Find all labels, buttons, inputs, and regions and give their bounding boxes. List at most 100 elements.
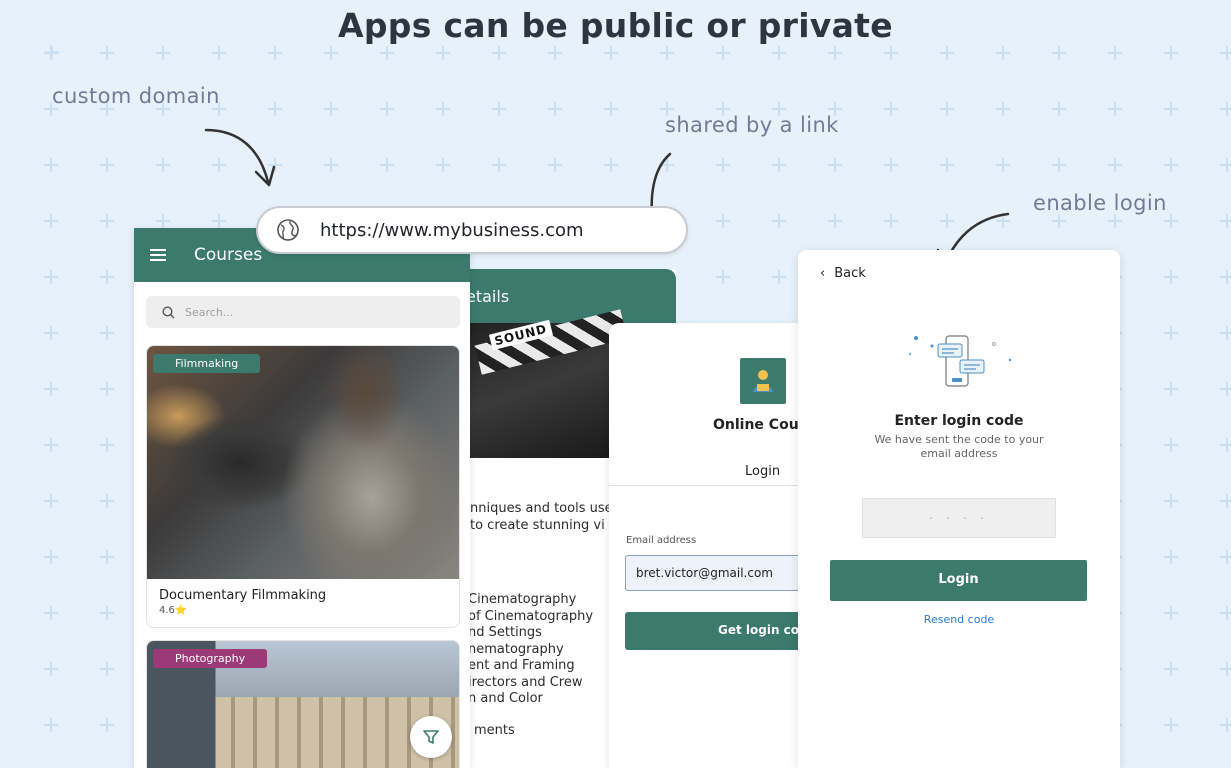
list-item: irectors and Crew [468, 674, 583, 690]
plus-decoration [716, 270, 730, 284]
back-label: Back [834, 266, 866, 281]
page-headline: Apps can be public or private [338, 6, 893, 45]
plus-decoration [1220, 606, 1231, 620]
plus-decoration [436, 102, 450, 116]
plus-decoration [1052, 158, 1066, 172]
plus-decoration [1164, 606, 1178, 620]
plus-decoration [1220, 438, 1231, 452]
plus-decoration [1220, 718, 1231, 732]
paragraph-line: to create stunning vi [470, 517, 605, 533]
plus-decoration [884, 214, 898, 228]
plus-decoration [1108, 158, 1122, 172]
course-title: Documentary Filmmaking [159, 588, 327, 603]
plus-decoration [1052, 102, 1066, 116]
plus-decoration [380, 102, 394, 116]
courses-title: Courses [194, 245, 263, 265]
enter-code-heading: Enter login code [894, 413, 1024, 429]
plus-decoration [380, 46, 394, 60]
plus-decoration [1164, 550, 1178, 564]
plus-decoration [716, 46, 730, 60]
search-icon [162, 305, 175, 318]
chevron-left-icon: ‹ [820, 266, 826, 281]
plus-decoration [1164, 382, 1178, 396]
resend-code-link[interactable]: Resend code [798, 613, 1120, 626]
plus-decoration [828, 46, 842, 60]
plus-decoration [44, 550, 58, 564]
plus-decoration [940, 158, 954, 172]
plus-decoration [100, 662, 114, 676]
search-input[interactable]: Search... [146, 296, 460, 328]
plus-decoration [1052, 46, 1066, 60]
plus-decoration [1220, 214, 1231, 228]
back-button[interactable]: ‹ Back [820, 266, 866, 281]
plus-decoration [1052, 214, 1066, 228]
annotation-enable-login: enable login [1033, 191, 1167, 215]
plus-decoration [1164, 326, 1178, 340]
category-tag: Photography [153, 649, 268, 668]
plus-decoration [44, 214, 58, 228]
login-button[interactable]: Login [830, 560, 1087, 601]
filter-button[interactable] [410, 716, 452, 758]
course-image: Photography [147, 641, 459, 768]
tab-login[interactable]: Login [745, 464, 780, 479]
plus-decoration [44, 382, 58, 396]
app-logo-icon [740, 358, 786, 404]
plus-decoration [884, 46, 898, 60]
plus-decoration [100, 270, 114, 284]
plus-decoration [436, 158, 450, 172]
plus-decoration [100, 606, 114, 620]
details-header: etails [440, 269, 676, 323]
list-item: Cinematography [468, 592, 577, 607]
plus-decoration [44, 46, 58, 60]
plus-decoration [268, 46, 282, 60]
plus-decoration [604, 158, 618, 172]
plus-decoration [772, 270, 786, 284]
plus-decoration [44, 326, 58, 340]
details-footer: ments [474, 723, 515, 738]
details-title: etails [466, 286, 510, 306]
plus-decoration [660, 46, 674, 60]
plus-decoration [1164, 214, 1178, 228]
code-input[interactable]: · · · · [862, 498, 1056, 538]
plus-decoration [100, 494, 114, 508]
plus-decoration [940, 46, 954, 60]
plus-decoration [1164, 102, 1178, 116]
plus-decoration [212, 46, 226, 60]
plus-decoration [1220, 662, 1231, 676]
url-text: https://www.mybusiness.com [320, 219, 584, 241]
annotation-custom-domain: custom domain [52, 84, 220, 108]
devices-illustration-icon [909, 335, 1012, 387]
menu-icon[interactable] [150, 249, 166, 261]
globe-icon [277, 219, 299, 241]
details-paragraph: nniques and tools use to create stunning… [470, 501, 613, 534]
plus-decoration [100, 158, 114, 172]
plus-decoration [156, 214, 170, 228]
details-list: Cinematography of Cinematography nd Sett… [468, 592, 593, 708]
course-card[interactable]: Filmmaking Documentary Filmmaking 4.6⭐ [146, 345, 460, 628]
plus-decoration [1164, 158, 1178, 172]
app-name: Online Cour [713, 417, 806, 433]
plus-decoration [1164, 662, 1178, 676]
plus-decoration [100, 214, 114, 228]
plus-decoration [44, 494, 58, 508]
plus-decoration [772, 158, 786, 172]
search-placeholder: Search... [185, 305, 234, 319]
plus-decoration [828, 158, 842, 172]
plus-decoration [1220, 494, 1231, 508]
plus-decoration [44, 158, 58, 172]
plus-decoration [380, 158, 394, 172]
plus-decoration [884, 102, 898, 116]
paragraph-line: nniques and tools use [470, 501, 613, 516]
url-bar[interactable]: https://www.mybusiness.com [256, 206, 688, 254]
plus-decoration [716, 214, 730, 228]
enter-code-screen: ‹ Back Enter login code We have sent the… [798, 250, 1120, 768]
plus-decoration [772, 46, 786, 60]
plus-decoration [1164, 46, 1178, 60]
email-label: Email address [626, 535, 697, 546]
plus-decoration [492, 102, 506, 116]
plus-decoration [1164, 438, 1178, 452]
plus-decoration [1220, 382, 1231, 396]
plus-decoration [996, 102, 1010, 116]
list-item: nematography [468, 641, 564, 657]
plus-decoration [324, 158, 338, 172]
